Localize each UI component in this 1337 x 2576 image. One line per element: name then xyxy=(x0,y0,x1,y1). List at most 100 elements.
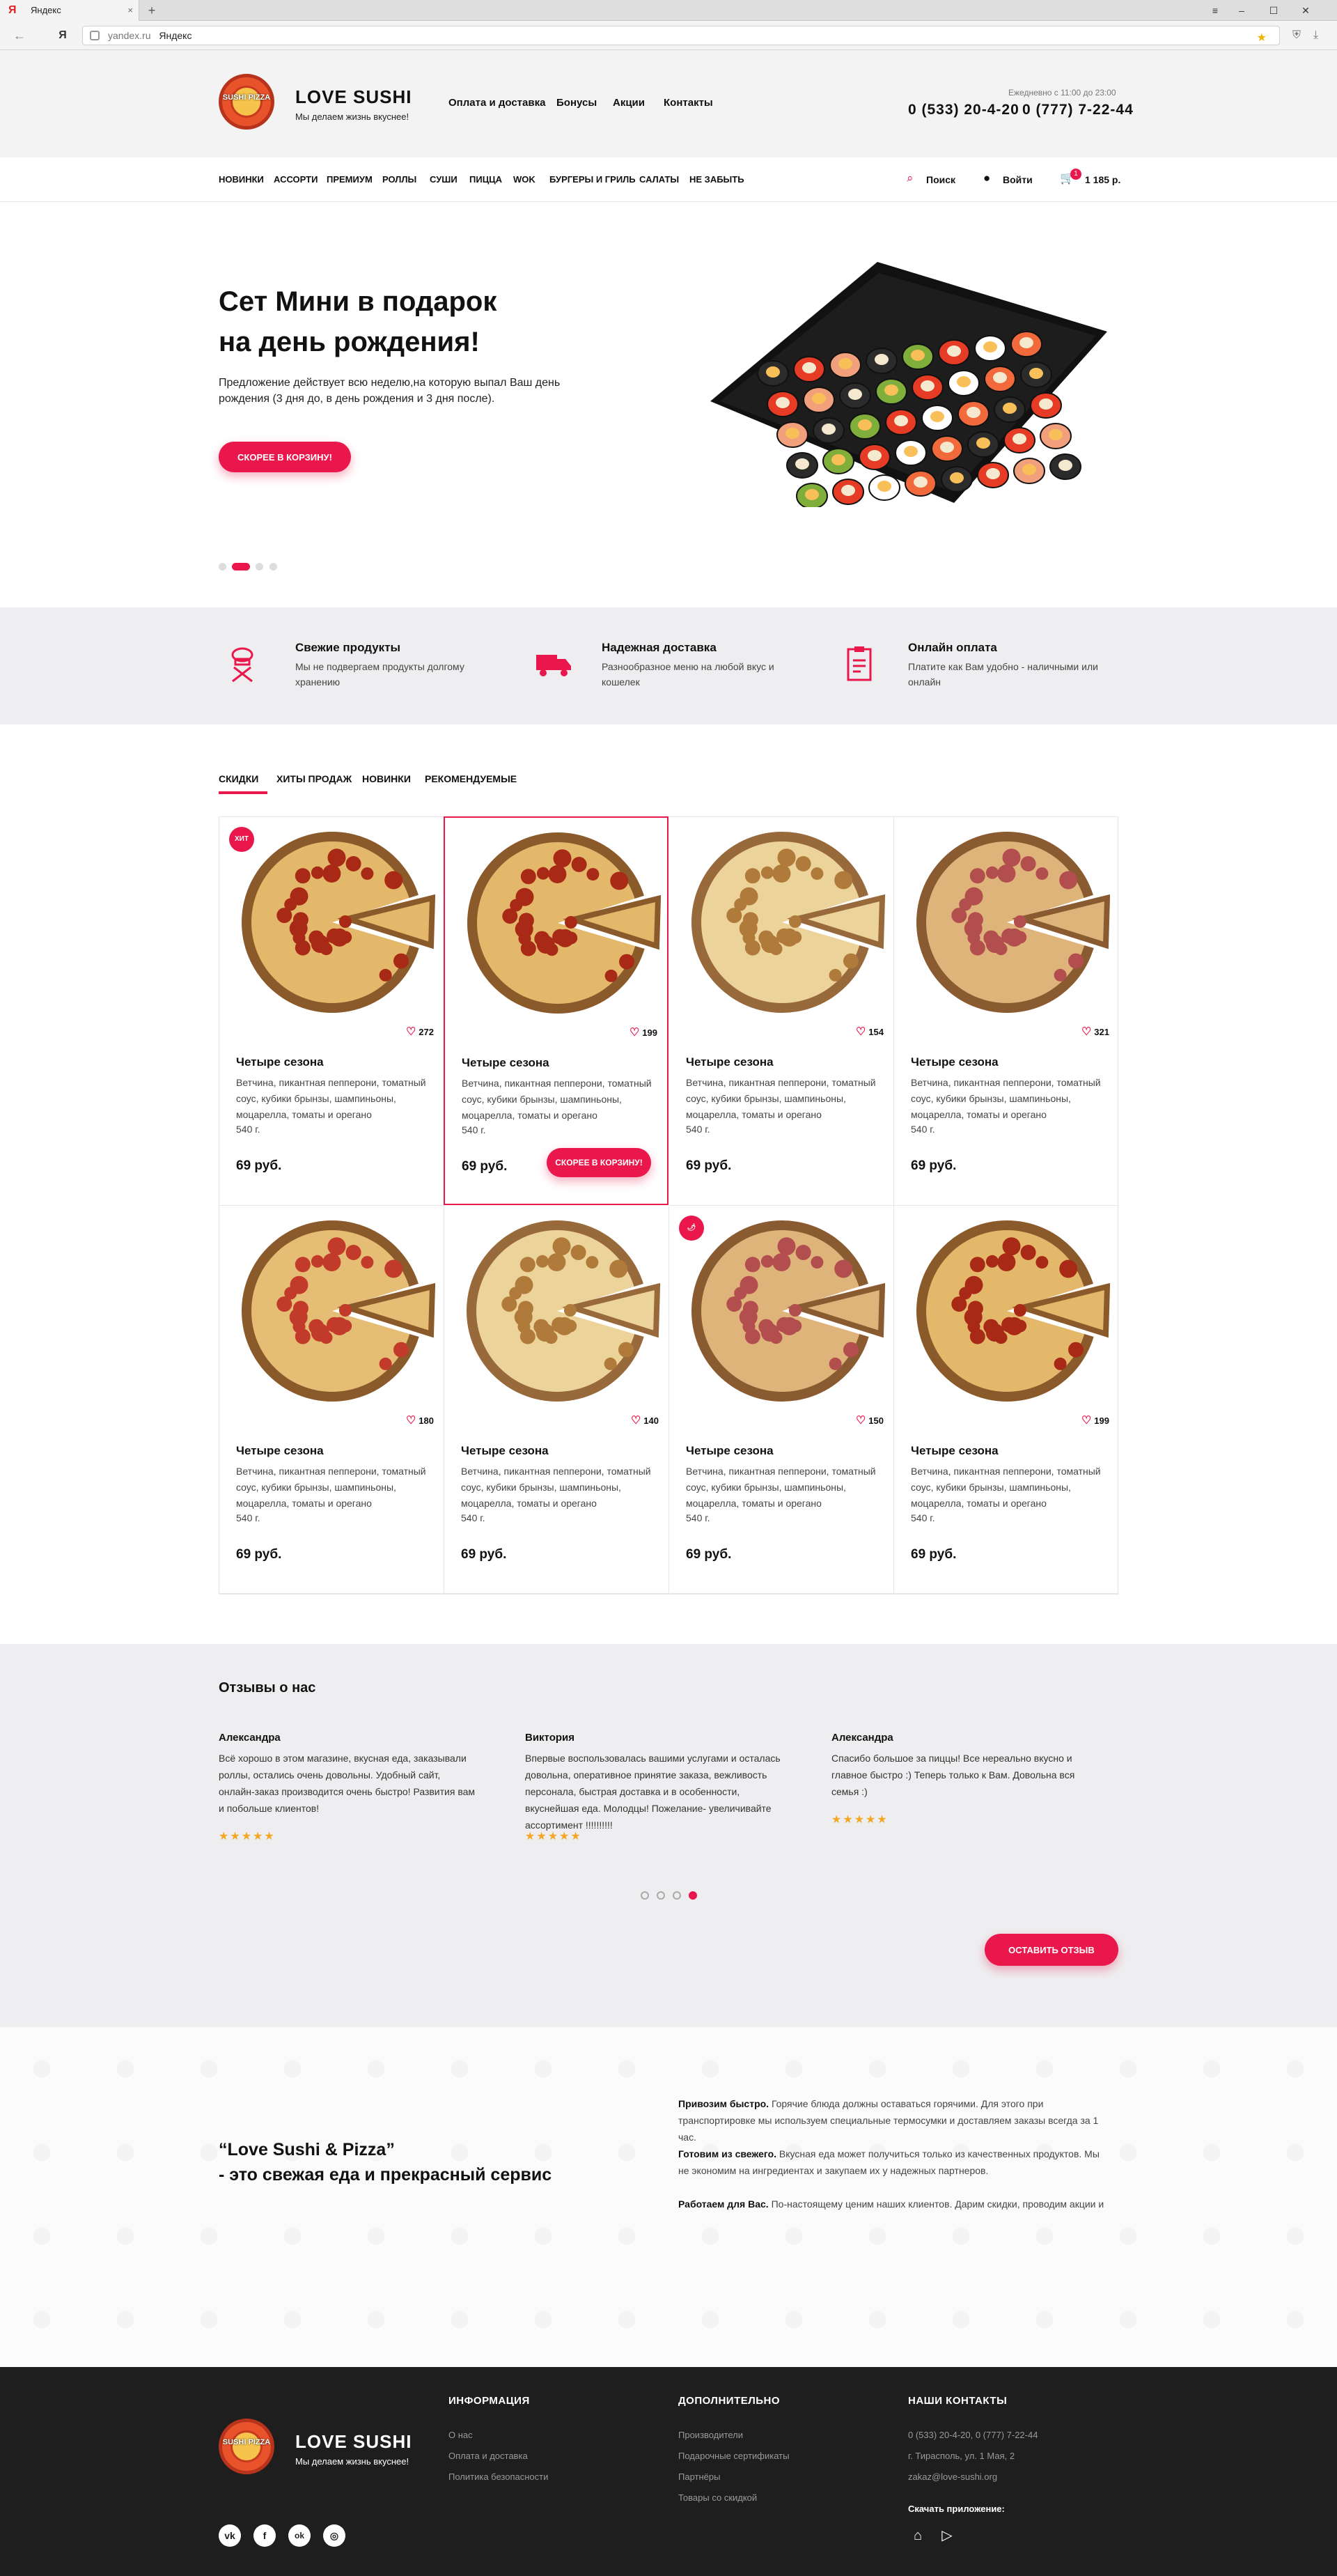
product-card[interactable]: 🌶 ♡ 150 Четыре сезона Ветчина, пикантная … xyxy=(669,1206,894,1595)
product-name[interactable]: Четыре сезона xyxy=(236,1055,324,1069)
likes-count[interactable]: ♡ 199 xyxy=(630,1025,657,1039)
heart-icon[interactable]: ♡ xyxy=(856,1415,866,1427)
brand-name[interactable]: LOVE SUSHI xyxy=(295,86,412,108)
footer-logo[interactable]: SUSHI PIZZA xyxy=(219,2419,274,2474)
vk-icon[interactable]: vk xyxy=(219,2524,241,2547)
reviews-page-dot-active[interactable] xyxy=(689,1891,697,1900)
product-price: 69 руб. xyxy=(236,1547,282,1562)
footer-link[interactable]: Партнёры xyxy=(678,2472,720,2482)
close-window-button[interactable]: ✕ xyxy=(1290,0,1322,21)
cat-pizza[interactable]: ПИЦЦА xyxy=(469,174,502,185)
user-icon[interactable]: ● xyxy=(983,171,990,185)
cat-premium[interactable]: ПРЕМИУМ xyxy=(327,174,373,185)
add-to-cart-button[interactable]: СКОРЕЕ В КОРЗИНУ! xyxy=(547,1148,651,1177)
menu-icon[interactable]: ≡ xyxy=(1205,0,1226,21)
footer-link[interactable]: Подарочные сертификаты xyxy=(678,2451,789,2461)
footer-link[interactable]: Производители xyxy=(678,2430,743,2440)
product-card[interactable]: ♡ 180 Четыре сезона Ветчина, пикантная пе… xyxy=(219,1206,444,1595)
tab-bestsellers[interactable]: ХИТЫ ПРОДАЖ xyxy=(276,773,352,784)
cat-wok[interactable]: WOK xyxy=(513,174,535,185)
product-card[interactable]: ♡ 140 Четыре сезона Ветчина, пикантная пе… xyxy=(444,1206,669,1595)
phone-1[interactable]: 0 (533) 20-4-20 xyxy=(908,102,1019,118)
cat-sushi[interactable]: СУШИ xyxy=(430,174,458,185)
likes-count[interactable]: ♡ 180 xyxy=(406,1413,434,1427)
product-name[interactable]: Четыре сезона xyxy=(686,1444,774,1458)
yandex-home-button[interactable]: Я xyxy=(54,27,71,44)
cat-salads[interactable]: САЛАТЫ xyxy=(639,174,679,185)
product-name[interactable]: Четыре сезона xyxy=(911,1444,999,1458)
download-icon[interactable]: ⤓ xyxy=(1313,29,1318,42)
likes-count[interactable]: ♡ 272 xyxy=(406,1025,434,1039)
bookmark-star-icon[interactable]: ★ xyxy=(1257,29,1267,47)
likes-count[interactable]: ♡ 321 xyxy=(1081,1025,1109,1039)
tab-discounts[interactable]: СКИДКИ xyxy=(219,773,258,784)
product-name[interactable]: Четыре сезона xyxy=(686,1055,774,1069)
product-card[interactable]: ♡ 199 Четыре сезона Ветчина, пикантная пе… xyxy=(894,1206,1119,1595)
nav-bonuses[interactable]: Бонусы xyxy=(556,97,597,109)
reviews-page-dot[interactable] xyxy=(673,1891,681,1900)
tab-close-icon[interactable]: × xyxy=(127,0,133,21)
product-name[interactable]: Четыре сезона xyxy=(462,1056,549,1070)
cat-dont-forget[interactable]: НЕ ЗАБЫТЬ xyxy=(689,174,744,185)
instagram-icon[interactable]: ◎ xyxy=(323,2524,345,2547)
slider-dot-active[interactable] xyxy=(232,563,250,571)
slider-dot[interactable] xyxy=(269,563,277,571)
cat-burgers[interactable]: БУРГЕРЫ И ГРИЛЬ xyxy=(549,174,636,185)
product-card[interactable]: ♡ 321 Четыре сезона Ветчина, пикантная пе… xyxy=(894,817,1119,1206)
nav-delivery[interactable]: Оплата и доставка xyxy=(448,97,545,109)
heart-icon[interactable]: ♡ xyxy=(1081,1026,1091,1038)
footer-email[interactable]: zakaz@love-sushi.org xyxy=(908,2472,997,2482)
nav-contacts[interactable]: Контакты xyxy=(664,97,713,109)
app-store-icon[interactable]: ⌂ xyxy=(908,2526,928,2545)
nav-promos[interactable]: Акции xyxy=(613,97,645,109)
likes-count[interactable]: ♡ 154 xyxy=(856,1025,884,1039)
reviews-page-dot[interactable] xyxy=(641,1891,649,1900)
cart-total[interactable]: 1 185 р. xyxy=(1085,174,1120,185)
heart-icon[interactable]: ♡ xyxy=(856,1026,866,1038)
cat-rolls[interactable]: РОЛЛЫ xyxy=(382,174,416,185)
url-input[interactable]: yandex.ru Яндекс ★ xyxy=(82,26,1280,45)
google-play-icon[interactable]: ▷ xyxy=(937,2526,957,2545)
logo[interactable]: SUSHI PIZZA xyxy=(219,74,274,130)
footer-link[interactable]: Политика безопасности xyxy=(448,2472,548,2482)
heart-icon[interactable]: ♡ xyxy=(630,1027,639,1039)
protect-icon[interactable]: ⛨ xyxy=(1292,29,1301,42)
login-link[interactable]: Войти xyxy=(1003,174,1033,185)
cat-new[interactable]: НОВИНКИ xyxy=(219,174,264,185)
product-name[interactable]: Четыре сезона xyxy=(911,1055,999,1069)
product-card[interactable]: ♡ 154 Четыре сезона Ветчина, пикантная пе… xyxy=(669,817,894,1206)
slider-dot[interactable] xyxy=(256,563,263,571)
search-icon[interactable]: ⌕ xyxy=(907,171,914,185)
hero-cart-button[interactable]: СКОРЕЕ В КОРЗИНУ! xyxy=(219,442,351,472)
product-card[interactable]: ХИТ ♡ 272 Четыре сезона Ветчина, пикантна… xyxy=(219,817,444,1206)
facebook-icon[interactable]: f xyxy=(253,2524,276,2547)
footer-link[interactable]: Оплата и доставка xyxy=(448,2451,528,2461)
phone-2[interactable]: 0 (777) 7-22-44 xyxy=(1022,102,1134,118)
browser-tab[interactable]: Я Яндекс × xyxy=(0,0,139,21)
product-card[interactable]: ♡ 199 Четыре сезона Ветчина, пикантная пе… xyxy=(444,816,668,1205)
heart-icon[interactable]: ♡ xyxy=(406,1415,416,1427)
maximize-button[interactable]: ☐ xyxy=(1258,0,1290,21)
tab-new[interactable]: НОВИНКИ xyxy=(362,773,411,784)
new-tab-button[interactable]: + xyxy=(143,0,160,21)
product-name[interactable]: Четыре сезона xyxy=(461,1444,549,1458)
odnoklassniki-icon[interactable]: ok xyxy=(288,2524,311,2547)
heart-icon[interactable]: ♡ xyxy=(1081,1415,1091,1427)
likes-count[interactable]: ♡ 140 xyxy=(631,1413,659,1427)
footer-link[interactable]: О нас xyxy=(448,2430,473,2440)
slider-dot[interactable] xyxy=(219,563,226,571)
leave-review-button[interactable]: ОСТАВИТЬ ОТЗЫВ xyxy=(985,1934,1118,1966)
cat-assorted[interactable]: АССОРТИ xyxy=(274,174,318,185)
back-arrow-icon[interactable]: ← xyxy=(11,27,28,44)
product-name[interactable]: Четыре сезона xyxy=(236,1444,324,1458)
search-link[interactable]: Поиск xyxy=(926,174,955,185)
likes-count[interactable]: ♡ 150 xyxy=(856,1413,884,1427)
reviews-page-dot[interactable] xyxy=(657,1891,665,1900)
minimize-button[interactable]: – xyxy=(1226,0,1258,21)
tab-recommended[interactable]: РЕКОМЕНДУЕМЫЕ xyxy=(425,773,517,784)
heart-icon[interactable]: ♡ xyxy=(631,1415,641,1427)
likes-count[interactable]: ♡ 199 xyxy=(1081,1413,1109,1427)
footer-phones[interactable]: 0 (533) 20-4-20, 0 (777) 7-22-44 xyxy=(908,2430,1038,2440)
footer-link[interactable]: Товары со скидкой xyxy=(678,2492,757,2503)
heart-icon[interactable]: ♡ xyxy=(406,1026,416,1038)
